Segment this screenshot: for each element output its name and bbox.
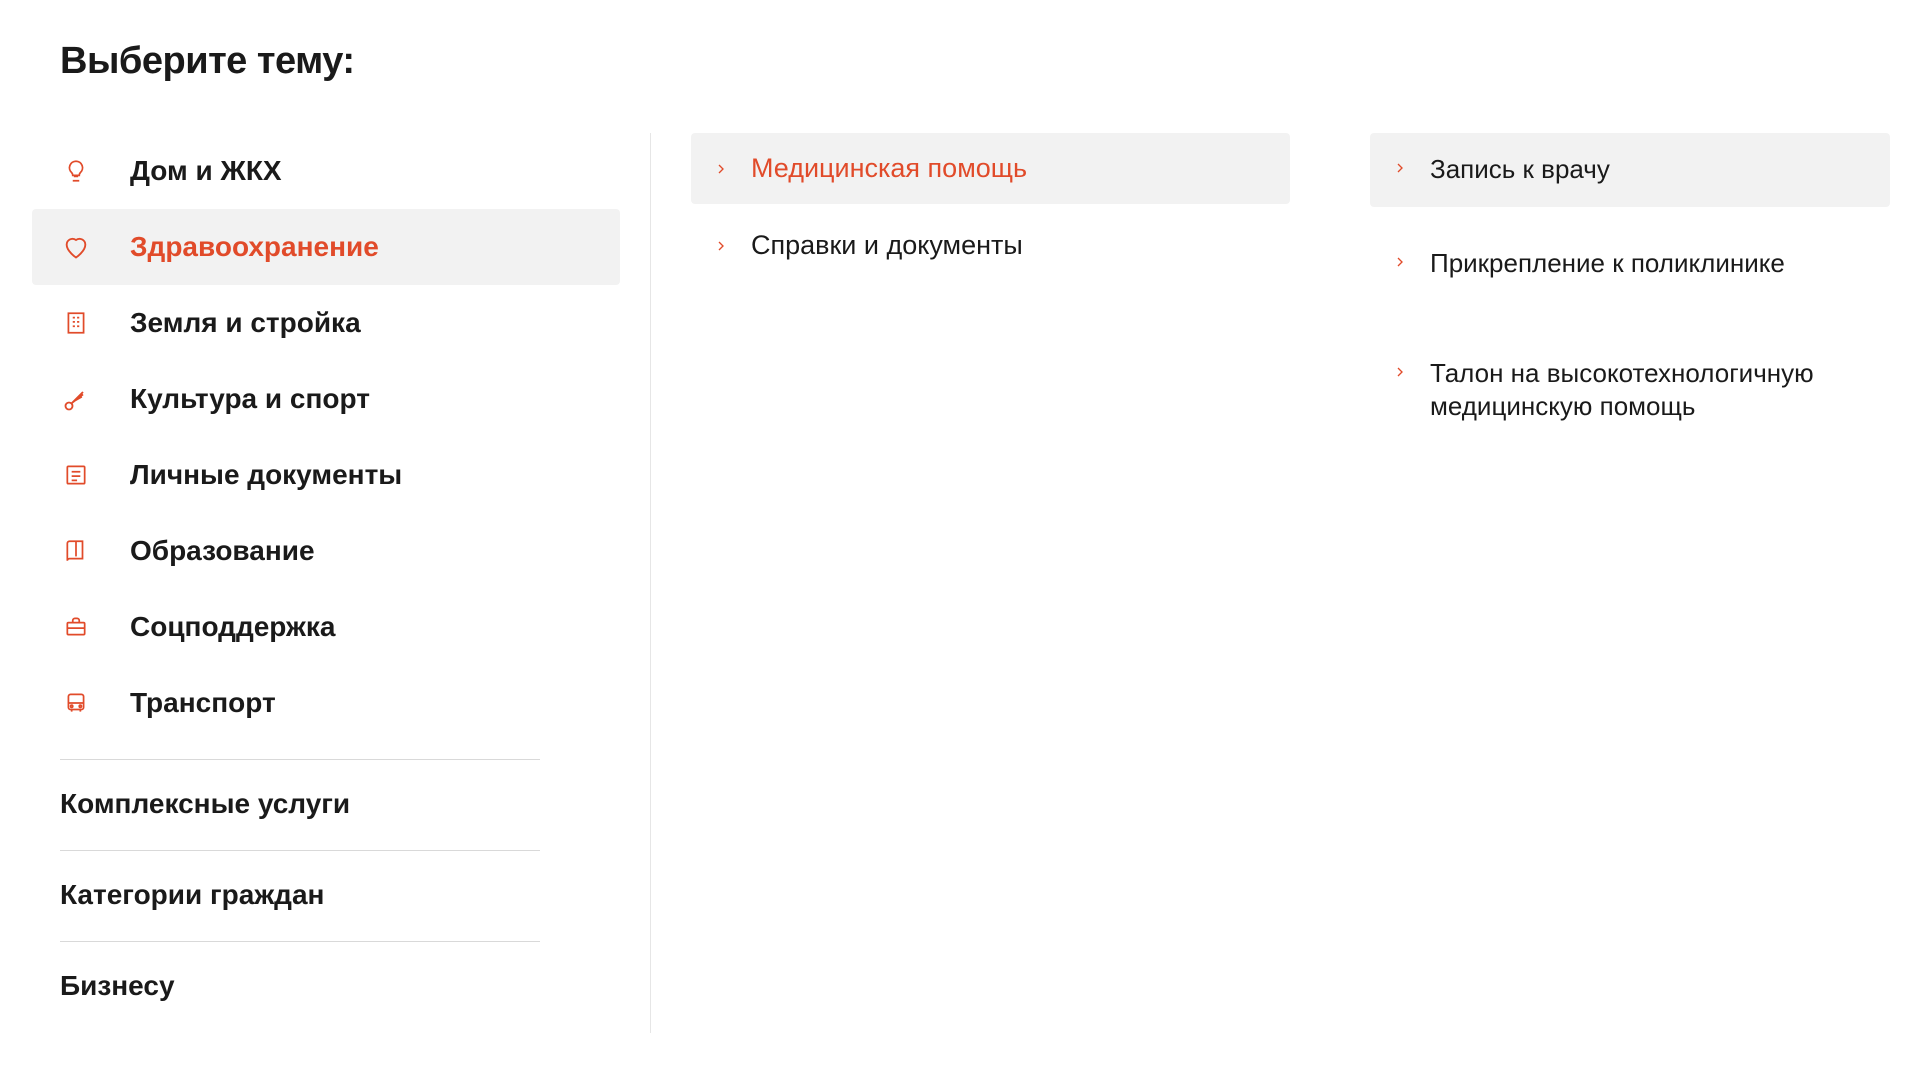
- heart-icon: [60, 231, 92, 263]
- service-column: Запись к врачу Прикрепление к поликлиник…: [1330, 133, 1910, 480]
- chevron-right-icon: [1392, 160, 1408, 176]
- category-healthcare[interactable]: Здравоохранение: [32, 209, 620, 285]
- category-label: Здравоохранение: [130, 231, 379, 263]
- building-icon: [60, 307, 92, 339]
- category-culture-sport[interactable]: Культура и спорт: [32, 361, 620, 437]
- chevron-right-icon: [1392, 364, 1408, 380]
- service-label: Запись к врачу: [1430, 153, 1610, 187]
- category-label: Транспорт: [130, 687, 276, 719]
- service-label: Талон на высокотехнологичную медицинскую…: [1430, 357, 1868, 425]
- subcategory-label: Справки и документы: [751, 230, 1023, 261]
- page-title: Выберите тему:: [60, 40, 1920, 83]
- shuttlecock-icon: [60, 383, 92, 415]
- document-icon: [60, 459, 92, 491]
- category-home-utilities[interactable]: Дом и ЖКХ: [32, 133, 620, 209]
- book-icon: [60, 535, 92, 567]
- extra-business[interactable]: Бизнесу: [60, 942, 620, 1014]
- topic-columns: Дом и ЖКХ Здравоохранение Земля и стройк…: [60, 133, 1920, 1033]
- category-label: Дом и ЖКХ: [130, 155, 282, 187]
- category-label: Культура и спорт: [130, 383, 370, 415]
- service-hightech-medical-voucher[interactable]: Талон на высокотехнологичную медицинскую…: [1370, 337, 1890, 445]
- category-label: Земля и стройка: [130, 307, 361, 339]
- briefcase-icon: [60, 611, 92, 643]
- lightbulb-icon: [60, 155, 92, 187]
- subcategory-label: Медицинская помощь: [751, 153, 1027, 184]
- chevron-right-icon: [1392, 254, 1408, 270]
- category-social-support[interactable]: Соцподдержка: [32, 589, 620, 665]
- category-label: Личные документы: [130, 459, 402, 491]
- subcategory-certificates-documents[interactable]: Справки и документы: [691, 210, 1290, 281]
- subcategory-column: Медицинская помощь Справки и документы: [650, 133, 1330, 1033]
- category-transport[interactable]: Транспорт: [32, 665, 620, 741]
- category-label: Соцподдержка: [130, 611, 335, 643]
- bus-icon: [60, 687, 92, 719]
- subcategory-medical-help[interactable]: Медицинская помощь: [691, 133, 1290, 204]
- category-land-construction[interactable]: Земля и стройка: [32, 285, 620, 361]
- service-label: Прикрепление к поликлинике: [1430, 247, 1785, 281]
- category-column: Дом и ЖКХ Здравоохранение Земля и стройк…: [60, 133, 650, 1014]
- extra-citizen-categories[interactable]: Категории граждан: [60, 851, 620, 923]
- category-personal-documents[interactable]: Личные документы: [32, 437, 620, 513]
- service-clinic-attachment[interactable]: Прикрепление к поликлинике: [1370, 227, 1890, 301]
- service-doctor-appointment[interactable]: Запись к врачу: [1370, 133, 1890, 207]
- chevron-right-icon: [713, 238, 729, 254]
- category-education[interactable]: Образование: [32, 513, 620, 589]
- chevron-right-icon: [713, 161, 729, 177]
- extra-complex-services[interactable]: Комплексные услуги: [60, 760, 620, 832]
- category-label: Образование: [130, 535, 315, 567]
